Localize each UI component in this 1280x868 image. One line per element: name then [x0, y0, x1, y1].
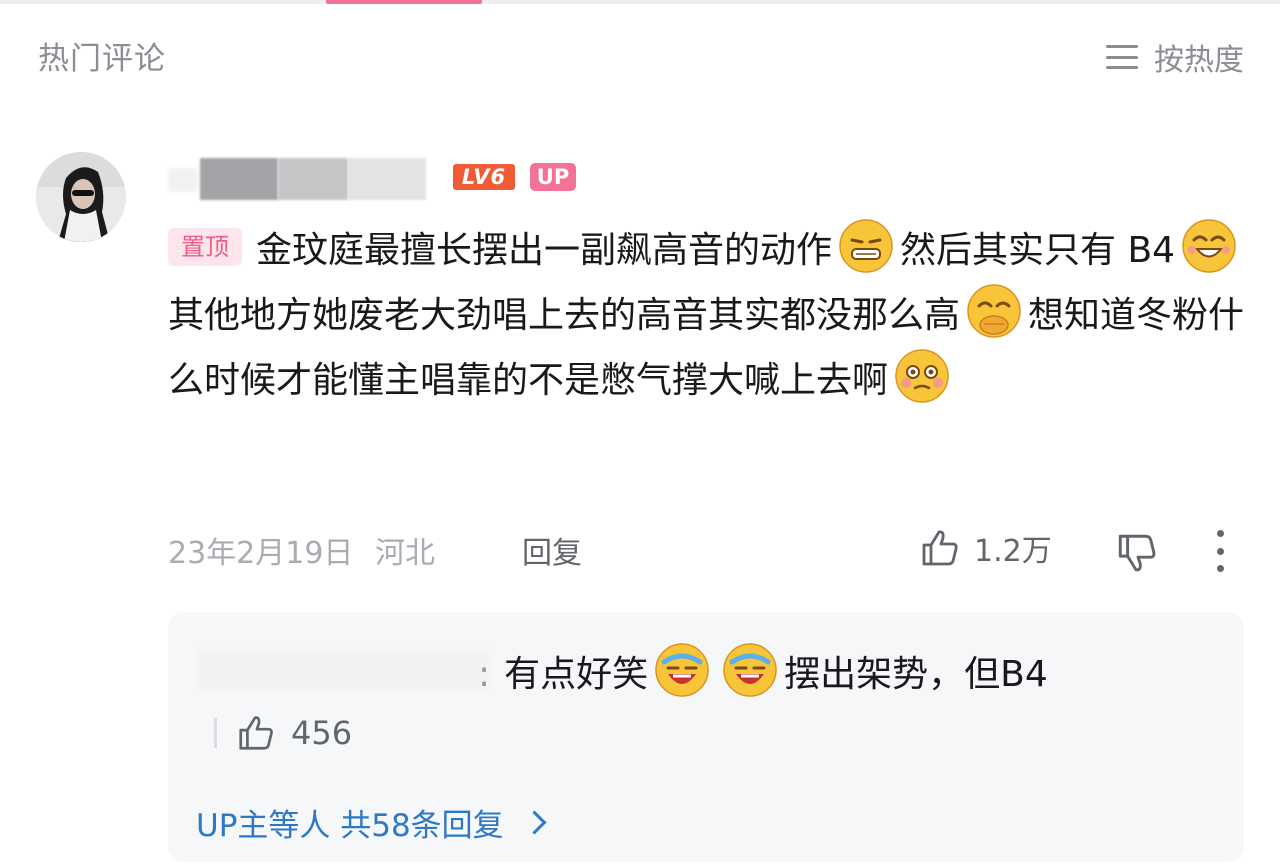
avatar[interactable] [36, 152, 126, 242]
comment-date: 23年2月19日 [168, 536, 354, 571]
smug-emoji-icon [838, 218, 894, 274]
laugh-cry-emoji-icon [722, 642, 778, 698]
comment-segment: 金玟庭最擅长摆出一副飙高音的动作 [256, 230, 833, 271]
comment-text: 置顶 金玟庭最擅长摆出一副飙高音的动作 然后其实只有 B4 其他地方她废老大劲唱上… [168, 218, 1248, 413]
reply-preview: : 有点好笑 摆出架势，但B4 456 UP主等人 共58条回复 [168, 612, 1244, 862]
pinned-badge: 置顶 [168, 228, 242, 266]
divider [214, 718, 217, 748]
top-tab-bar [0, 0, 1280, 4]
reply-segment: 有点好笑 [504, 654, 649, 695]
view-replies-link[interactable]: UP主等人 共58条回复 [196, 800, 547, 845]
up-badge: UP [530, 163, 576, 191]
thumbs-up-icon [239, 716, 273, 750]
comment-segment: 然后其实只有 B4 [900, 230, 1176, 271]
comment-location: 河北 [374, 536, 435, 571]
laugh-cry-emoji-icon [654, 642, 710, 698]
comment-segment: 其他地方她废老大劲唱上去的高音其实都没那么高 [168, 295, 961, 336]
view-replies-label: UP主等人 共58条回复 [196, 808, 504, 844]
reply-button[interactable]: 回复 [522, 528, 582, 572]
reply-separator: : [478, 654, 491, 695]
grin-emoji-icon [1181, 218, 1237, 274]
reply-text: : 有点好笑 摆出架势，但B4 [478, 642, 1048, 703]
sort-button[interactable]: 按热度 [1106, 35, 1244, 79]
thumbs-down-icon [1118, 534, 1156, 572]
reply-like-button[interactable]: 456 [214, 712, 352, 754]
dislike-button[interactable] [1114, 530, 1160, 576]
chevron-right-icon [522, 810, 547, 835]
section-title: 热门评论 [38, 41, 166, 77]
reply-like-count: 456 [291, 714, 353, 752]
more-options-icon[interactable] [1211, 530, 1229, 572]
like-count: 1.2万 [974, 534, 1052, 569]
reply-username-redacted [198, 650, 488, 690]
comment-meta: 23年2月19日 河北 [168, 528, 435, 572]
active-tab-indicator [326, 0, 482, 4]
menu-lines-icon [1106, 45, 1138, 69]
username-redacted [168, 158, 438, 200]
level-badge: LV6 [453, 164, 515, 190]
reply-segment: 摆出架势，但B4 [784, 654, 1048, 695]
like-button[interactable]: 1.2万 [918, 526, 1052, 570]
thumbs-up-icon [922, 530, 958, 566]
sort-label: 按热度 [1154, 43, 1244, 78]
blush-emoji-icon [894, 348, 950, 404]
giggle-emoji-icon [966, 283, 1022, 339]
